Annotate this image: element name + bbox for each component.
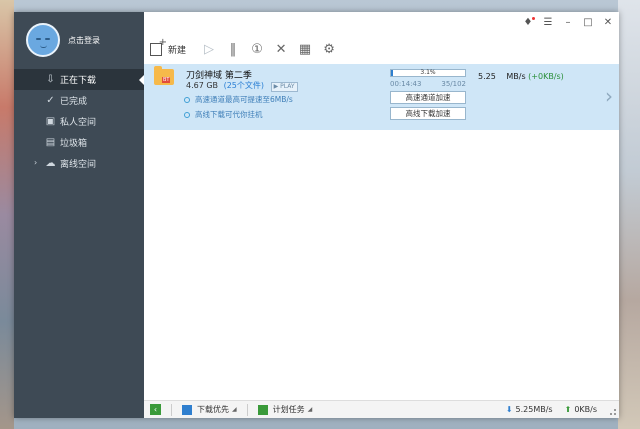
hint-text: 高速通道最高可提速至6MB/s xyxy=(195,95,293,104)
status-bar: ‹ 下载优先 ◢ 计划任务 ◢ ⬇ 5.25MB/s ⬆ 0KB/s xyxy=(144,400,619,418)
progress-percent: 3.1% xyxy=(420,69,436,76)
background-left xyxy=(0,0,14,429)
maximize-icon[interactable]: □ xyxy=(583,17,593,29)
trash-icon: ▤ xyxy=(45,137,56,148)
priority-label: 下载优先 xyxy=(197,405,229,414)
hint-offline: 高线下载可代你挂机 xyxy=(184,109,263,120)
new-file-icon xyxy=(150,37,167,56)
hint-high-speed: 高速通道最高可提速至6MB/s xyxy=(184,94,293,105)
down-speed-text: 5.25MB/s xyxy=(515,405,553,414)
app-window: 点击登录 ⇩ 正在下载 ✓ 已完成 ▣ 私人空间 ▤ 垃圾箱 › ☁ 离线空间 xyxy=(14,12,619,418)
sidebar-item-label: 离线空间 xyxy=(60,160,97,170)
play-button[interactable]: ▶ PLAY xyxy=(270,82,298,92)
bt-tag: BT xyxy=(162,77,171,83)
speed-unit: MB/s xyxy=(506,72,526,81)
sidebar-item-private[interactable]: ▣ 私人空间 xyxy=(14,111,144,132)
pause-icon[interactable]: ‖ xyxy=(224,40,242,58)
up-speed-text: 0KB/s xyxy=(574,405,597,414)
caret-down-icon: ◢ xyxy=(232,406,237,413)
task-size: 4.67 GB xyxy=(186,81,219,90)
offline-accel-button[interactable]: 高线下载加速 xyxy=(390,107,466,120)
schedule-label: 计划任务 xyxy=(272,405,305,414)
caret-down-icon: ◢ xyxy=(307,406,313,413)
download-speed: 5.25 xyxy=(478,72,496,81)
sidebar-item-trash[interactable]: ▤ 垃圾箱 xyxy=(14,132,144,153)
start-icon[interactable]: ▷ xyxy=(200,40,218,58)
download-priority-button[interactable]: 下载优先 ◢ xyxy=(182,404,237,415)
play-label: PLAY xyxy=(280,83,295,90)
divider xyxy=(171,403,172,416)
priority-icon xyxy=(182,404,192,415)
sidebar-item-downloading[interactable]: ⇩ 正在下载 xyxy=(14,69,144,90)
download-task-row[interactable]: BT 刀剑神域 第二季 4.67 GB (25个文件) ▶ PLAY 高速通道最… xyxy=(144,64,619,130)
download-icon: ⇩ xyxy=(46,74,55,85)
sidebar-nav: ⇩ 正在下载 ✓ 已完成 ▣ 私人空间 ▤ 垃圾箱 › ☁ 离线空间 xyxy=(14,69,144,174)
speed-summary: ⬇ 5.25MB/s ⬆ 0KB/s xyxy=(506,405,597,414)
close-icon[interactable]: ✕ xyxy=(603,17,613,29)
total-upload-speed: ⬆ 0KB/s xyxy=(565,405,597,414)
sidebar-item-completed[interactable]: ✓ 已完成 xyxy=(14,90,144,111)
sidebar-item-label: 已完成 xyxy=(60,97,88,107)
schedule-icon xyxy=(257,404,268,415)
speed-limit-icon[interactable]: ① xyxy=(248,40,266,58)
chevron-right-icon[interactable]: › xyxy=(34,158,37,167)
upload-speed: (+0KB/s) xyxy=(528,72,564,81)
task-speed: 5.25 MB/s (+0KB/s) xyxy=(478,72,564,81)
scheduled-task-button[interactable]: 计划任务 ◢ xyxy=(257,404,313,415)
menu-icon[interactable]: ☰ xyxy=(543,17,553,29)
elapsed-time: 00:14:43 xyxy=(390,80,422,88)
upload-arrow-icon: ⬆ xyxy=(564,405,572,414)
lock-icon: ▣ xyxy=(45,116,56,127)
sidebar: 点击登录 ⇩ 正在下载 ✓ 已完成 ▣ 私人空间 ▤ 垃圾箱 › ☁ 离线空间 xyxy=(14,12,144,418)
task-file-count[interactable]: (25个文件) xyxy=(224,81,264,90)
sidebar-item-label: 垃圾箱 xyxy=(60,139,88,149)
new-task-button[interactable]: 新建 xyxy=(150,37,187,56)
window-controls: ♦ ☰ – □ ✕ xyxy=(523,17,613,29)
minimize-icon[interactable]: – xyxy=(563,17,573,29)
download-arrow-icon: ⬇ xyxy=(505,405,513,414)
hint-circle-icon xyxy=(184,96,190,103)
avatar[interactable] xyxy=(26,23,60,57)
background-right xyxy=(618,0,640,429)
sidebar-item-label: 正在下载 xyxy=(60,76,97,86)
divider xyxy=(246,403,248,416)
chevron-right-icon[interactable]: › xyxy=(605,86,613,106)
resize-grip-icon[interactable] xyxy=(610,409,616,415)
high-speed-accel-button[interactable]: 高速通道加速 xyxy=(390,91,466,104)
total-download-speed: ⬇ 5.25MB/s xyxy=(506,405,553,414)
check-circle-icon: ✓ xyxy=(46,95,55,106)
task-size-line: 4.67 GB (25个文件) ▶ PLAY xyxy=(186,80,298,92)
sidebar-item-label: 私人空间 xyxy=(60,118,97,128)
skin-icon[interactable]: ♦ xyxy=(523,17,535,29)
toolbar: 新建 ▷ ‖ ① ✕ ▦ ⚙ xyxy=(150,37,344,60)
delete-icon[interactable]: ✕ xyxy=(272,40,290,58)
hint-circle-icon xyxy=(184,111,190,118)
grid-view-icon[interactable]: ▦ xyxy=(296,40,314,58)
back-icon[interactable]: ‹ xyxy=(150,404,161,415)
profile[interactable]: 点击登录 xyxy=(26,20,100,60)
main-panel: ♦ ☰ – □ ✕ 新建 ▷ ‖ ① ✕ ▦ ⚙ BT 刀剑神域 第二季 xyxy=(144,12,619,418)
new-task-label: 新建 xyxy=(168,45,187,56)
hint-text: 高线下载可代你挂机 xyxy=(195,110,263,119)
settings-gear-icon[interactable]: ⚙ xyxy=(320,40,338,58)
bt-folder-icon: BT xyxy=(154,66,174,85)
sidebar-item-offline[interactable]: › ☁ 离线空间 xyxy=(14,153,144,174)
cloud-icon: ☁ xyxy=(45,158,56,169)
login-link[interactable]: 点击登录 xyxy=(68,35,100,46)
progress-bar: 3.1% xyxy=(390,69,466,77)
piece-count: 35/102 xyxy=(441,80,466,88)
